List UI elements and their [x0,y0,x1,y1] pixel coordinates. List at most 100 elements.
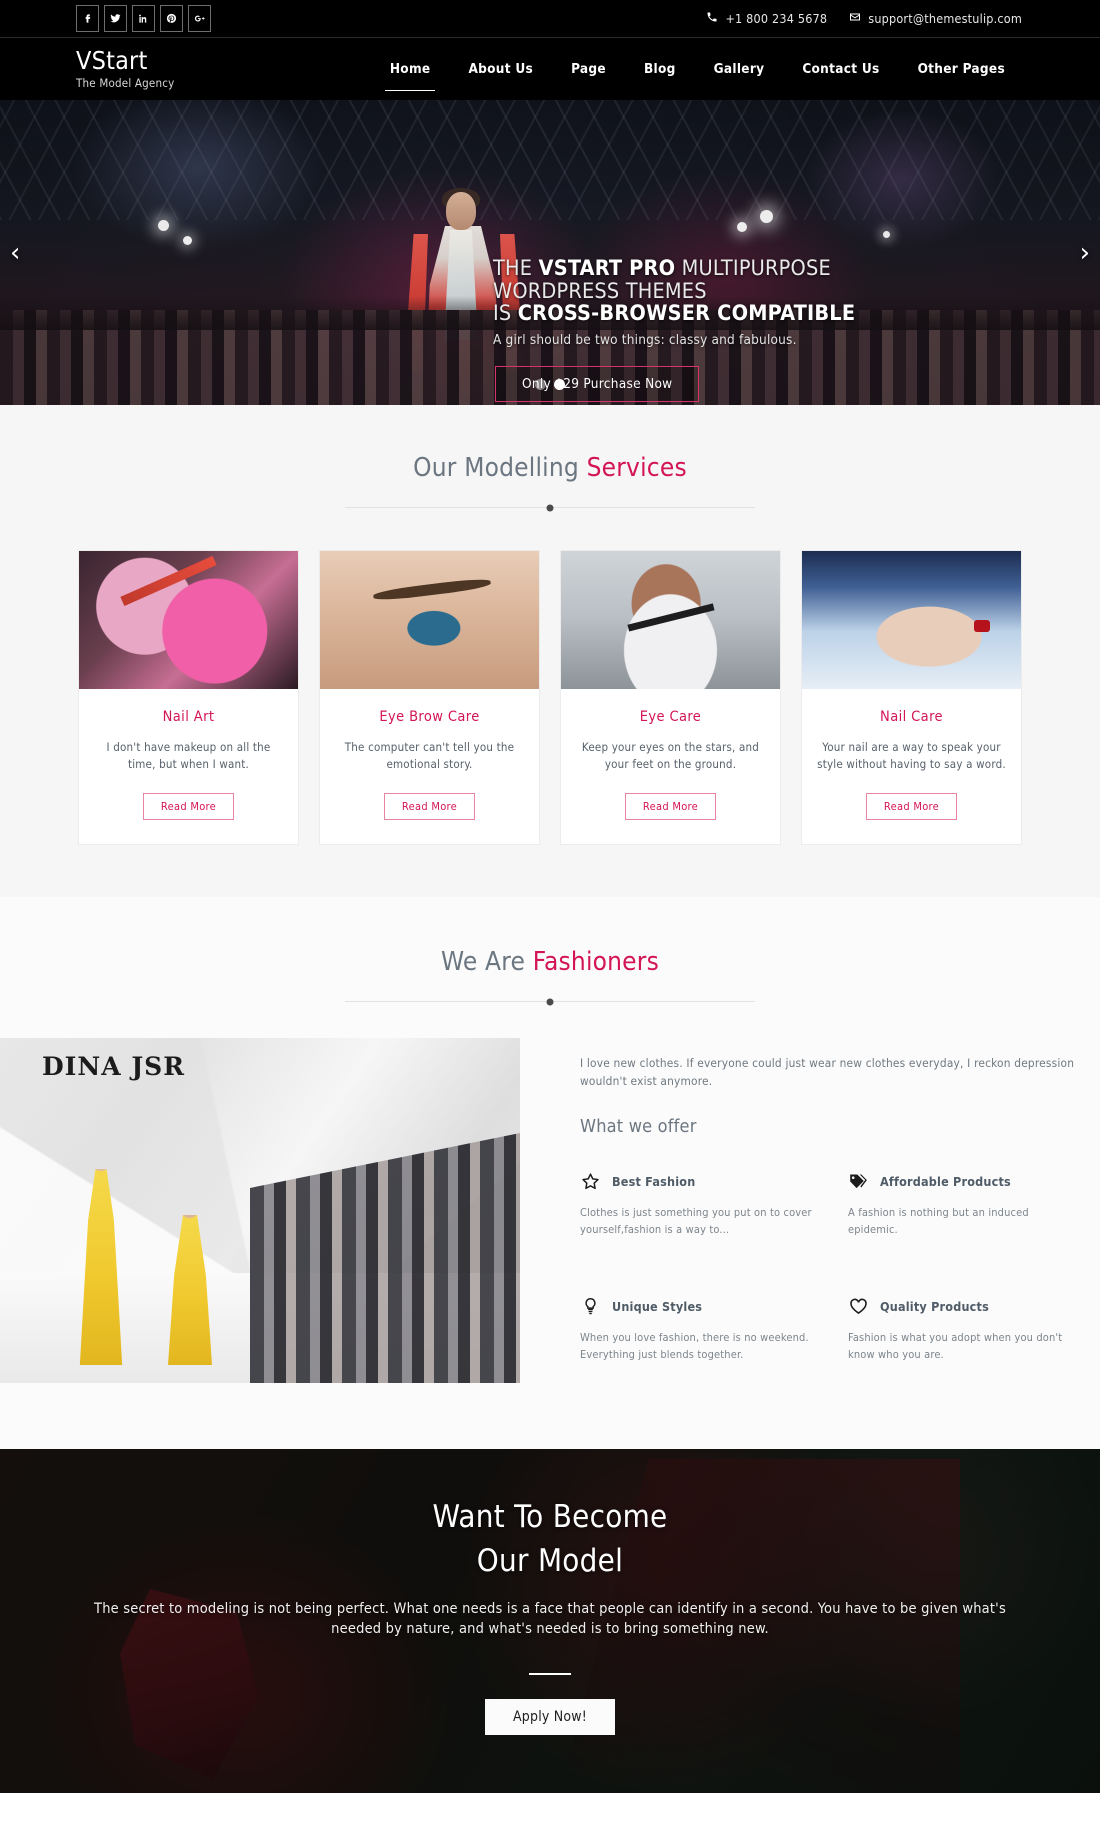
services-header: Our Modelling Services [0,453,1100,508]
services-divider [345,507,755,508]
cta-heading-line1: Want To Become [432,1499,668,1535]
services-section: Our Modelling Services Nail Art I don't … [0,405,1100,897]
service-card-text: Keep your eyes on the stars, and your fe… [581,740,760,771]
service-card[interactable]: Eye Brow Care The computer can't tell yo… [319,550,540,845]
offer-text: When you love fashion, there is no weeke… [580,1331,809,1361]
facebook-icon[interactable] [76,5,99,32]
offer-title: Best Fashion [612,1174,696,1189]
lightbulb-icon [580,1296,601,1317]
email-address: support@themestulip.com [868,11,1022,26]
call-to-action-section: Want To Become Our Model The secret to m… [0,1449,1100,1793]
nav-item-home[interactable]: Home [371,41,450,97]
service-card-title: Nail Art [162,709,215,725]
cta-paragraph: The secret to modeling is not being perf… [94,1601,1006,1637]
brand-name: VStart [76,46,148,76]
hero-heading-line2: WORDPRESS THEMES [493,278,707,304]
hero-slider: THE VSTART PRO MULTIPURPOSE WORDPRESS TH… [0,100,1100,405]
fashioners-section: We Are Fashioners DINA JSR I love new cl… [0,897,1100,1449]
carousel-prev-arrow[interactable]: ‹ [10,240,20,266]
offer-item: Quality Products Fashion is what you ado… [848,1296,1080,1363]
top-bar: +1 800 234 5678 support@themestulip.com [0,0,1100,38]
services-title: Our Modelling Services [0,453,1100,483]
phone-icon [706,11,718,26]
brand-tagline: The Model Agency [76,75,175,90]
fashioners-title: We Are Fashioners [0,947,1100,977]
contact-info: +1 800 234 5678 support@themestulip.com [706,11,1022,26]
service-card[interactable]: Nail Art I don't have makeup on all the … [78,550,299,845]
service-card-title: Eye Brow Care [379,709,480,725]
what-we-offer-heading: What we offer [580,1116,697,1137]
heart-icon [848,1296,869,1317]
image-brand-caption: DINA JSR [42,1052,185,1081]
cta-content: Want To Become Our Model The secret to m… [0,1449,1100,1735]
services-title-accent: Services [586,453,687,483]
fashion-show-image: DINA JSR [0,1038,520,1383]
social-links [76,5,211,32]
carousel-next-arrow[interactable]: › [1080,240,1090,266]
service-card-text: I don't have makeup on all the time, but… [106,740,271,771]
service-card-image [320,551,539,689]
cta-heading: Want To Become Our Model [0,1495,1100,1583]
carousel-dots [0,379,1100,390]
offer-title: Unique Styles [612,1299,703,1314]
phone-contact[interactable]: +1 800 234 5678 [706,11,827,26]
fashioners-content: I love new clothes. If everyone could ju… [520,1038,1100,1383]
offer-text: A fashion is nothing but an induced epid… [848,1206,1029,1236]
twitter-icon[interactable] [104,5,127,32]
brand-logo[interactable]: VStart The Model Agency [76,46,175,90]
hero-heading-part1: THE [493,256,539,281]
carousel-dot-2[interactable] [554,379,565,390]
service-card-image [79,551,298,689]
nav-item-gallery[interactable]: Gallery [695,41,784,97]
offer-grid: Best Fashion Clothes is just something y… [580,1171,1080,1363]
nav-item-about-us[interactable]: About Us [449,41,552,97]
hero-heading-part2: MULTIPURPOSE [675,256,831,281]
services-card-list: Nail Art I don't have makeup on all the … [0,550,1100,845]
hero-heading-bold1: VSTART PRO [538,256,676,281]
fashioners-divider [345,1001,755,1002]
linkedin-icon[interactable] [132,5,155,32]
offer-text: Clothes is just something you put on to … [580,1206,812,1236]
service-card-title: Eye Care [639,709,702,725]
service-read-more-button[interactable]: Read More [865,793,958,820]
offer-title: Affordable Products [880,1174,1011,1189]
offer-text: Fashion is what you adopt when you don't… [848,1331,1063,1361]
fashioners-lede: I love new clothes. If everyone could ju… [580,1056,1075,1088]
offer-item: Best Fashion Clothes is just something y… [580,1171,812,1238]
hero-heading-part3: IS [493,301,518,326]
nav-item-contact-us[interactable]: Contact Us [783,41,898,97]
service-card[interactable]: Eye Care Keep your eyes on the stars, an… [560,550,781,845]
service-card-text: The computer can't tell you the emotiona… [344,740,515,771]
service-card-image [561,551,780,689]
nav-item-page[interactable]: Page [552,41,625,97]
phone-number: +1 800 234 5678 [725,11,828,26]
cta-divider [529,1673,571,1675]
service-read-more-button[interactable]: Read More [624,793,717,820]
envelope-icon [849,11,861,26]
nav-item-other-pages[interactable]: Other Pages [899,41,1024,97]
hero-heading-bold2: CROSS-BROWSER COMPATIBLE [517,301,856,326]
googleplus-icon[interactable] [188,5,211,32]
fashioners-title-accent: Fashioners [532,947,659,977]
service-card[interactable]: Nail Care Your nail are a way to speak y… [801,550,1022,845]
apply-now-button[interactable]: Apply Now! [484,1699,616,1735]
site-header: VStart The Model Agency Home About Us Pa… [0,38,1100,100]
nav-item-blog[interactable]: Blog [625,41,695,97]
tag-icon [848,1171,869,1192]
offer-item: Affordable Products A fashion is nothing… [848,1171,1080,1238]
service-read-more-button[interactable]: Read More [142,793,235,820]
hero-heading: THE VSTART PRO MULTIPURPOSE WORDPRESS TH… [493,256,913,326]
offer-item: Unique Styles When you love fashion, the… [580,1296,812,1363]
offer-title: Quality Products [880,1299,989,1314]
fashioners-header: We Are Fashioners [0,947,1100,1002]
fashioners-title-plain: We Are [441,947,533,977]
service-read-more-button[interactable]: Read More [383,793,476,820]
star-icon [580,1171,601,1192]
pinterest-icon[interactable] [160,5,183,32]
services-title-plain: Our Modelling [413,453,587,483]
main-navigation: Home About Us Page Blog Gallery Contact … [371,41,1024,97]
carousel-dot-1[interactable] [535,379,546,390]
cta-heading-line2: Our Model [476,1543,624,1579]
service-card-title: Nail Care [880,709,943,725]
email-contact[interactable]: support@themestulip.com [849,11,1022,26]
